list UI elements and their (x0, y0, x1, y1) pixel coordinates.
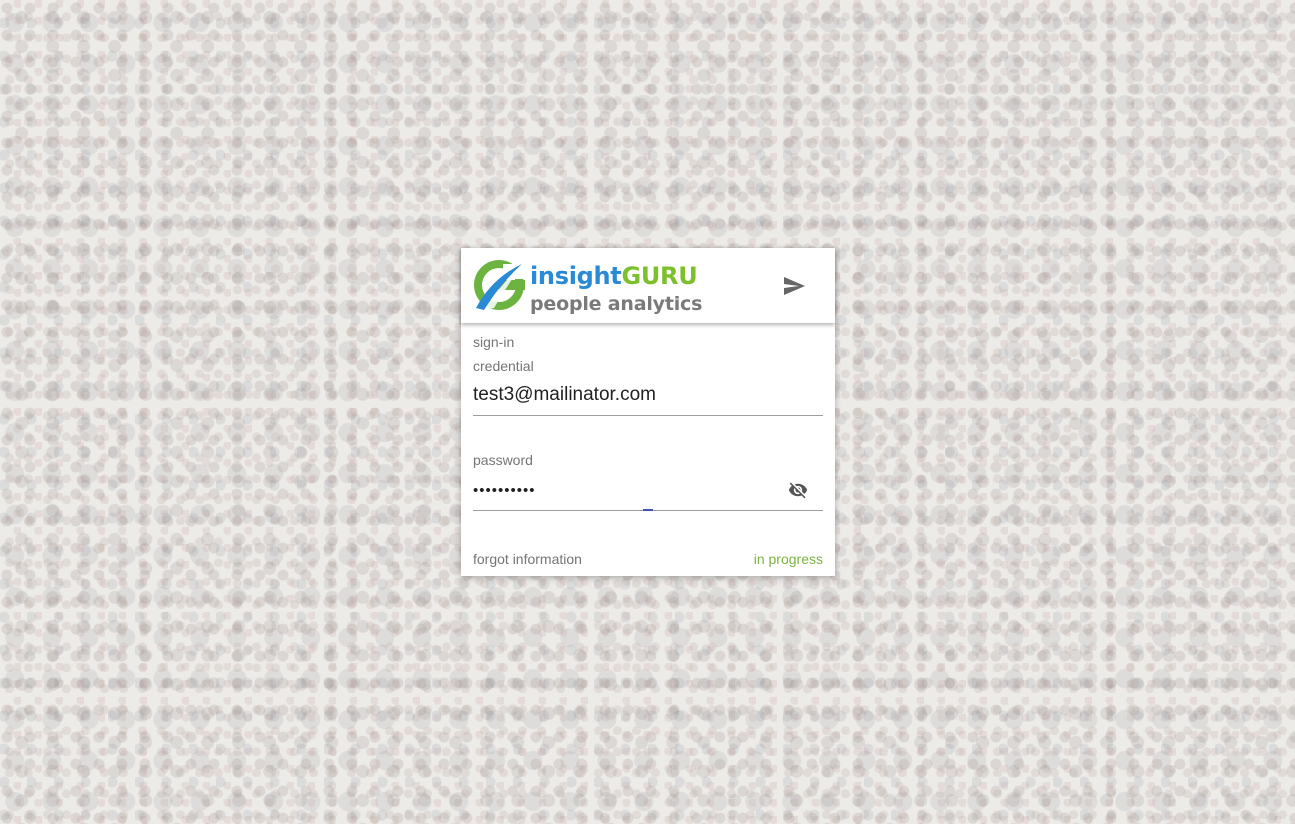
credential-input[interactable] (473, 383, 823, 407)
forgot-information-link[interactable]: forgot information (473, 551, 582, 568)
brand-name-insight: insight (530, 262, 622, 290)
password-input[interactable] (473, 478, 773, 502)
brand-name-guru: GURU (621, 262, 698, 290)
credential-underline (473, 415, 823, 416)
login-card-header: insightGURU people analytics (461, 248, 835, 323)
brand-logo-mark-icon (474, 260, 526, 310)
status-text: in progress (753, 551, 823, 567)
password-label: password (473, 452, 533, 468)
password-focus-indicator (643, 509, 653, 511)
brand-name: insightGURU (530, 262, 698, 290)
login-form: sign-in credential password forgot infor… (473, 323, 823, 576)
form-section-label: sign-in (473, 334, 515, 350)
visibility-off-icon (788, 482, 808, 499)
send-icon (784, 277, 805, 295)
password-visibility-toggle[interactable] (787, 480, 809, 500)
brand-logo: insightGURU people analytics (472, 257, 712, 315)
submit-button[interactable] (779, 272, 809, 300)
login-card: insightGURU people analytics sign-in cre… (461, 248, 835, 576)
brand-tagline: people analytics (530, 293, 703, 315)
credential-label: credential (473, 358, 534, 374)
